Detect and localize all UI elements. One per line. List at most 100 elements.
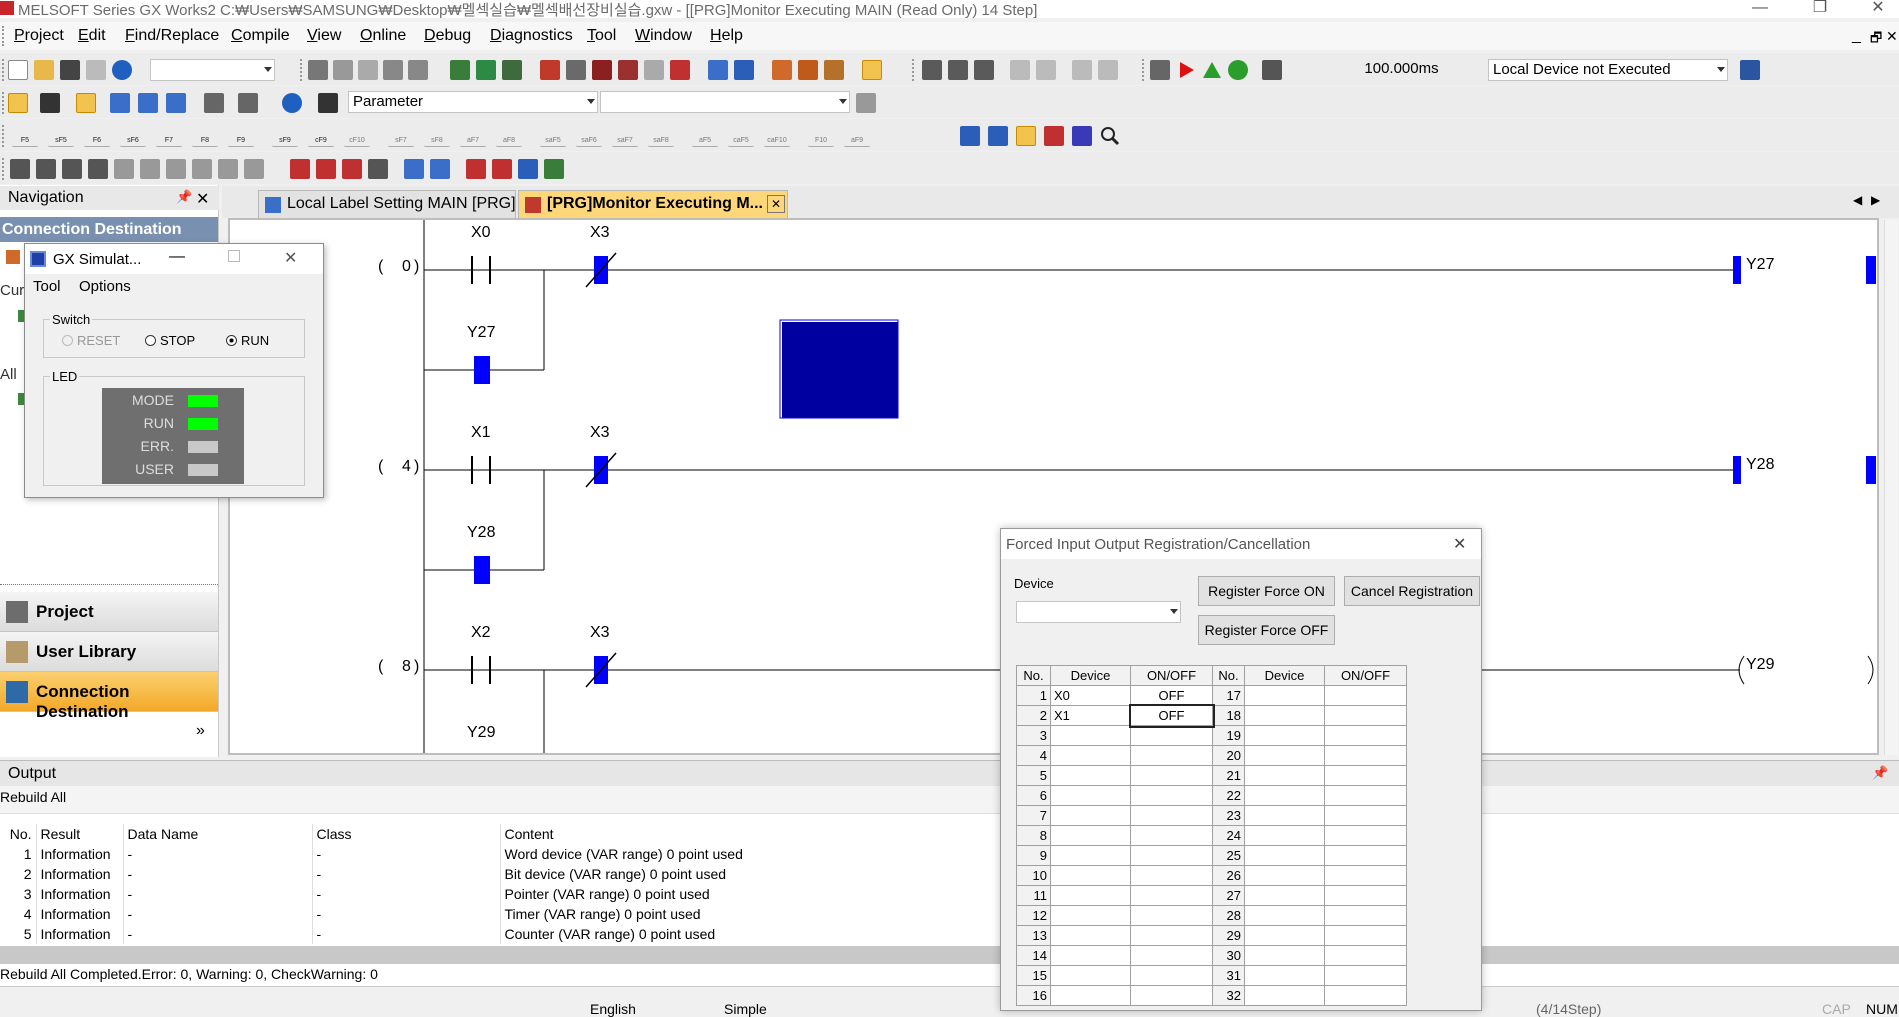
redo-icon[interactable] — [408, 60, 428, 80]
table-row[interactable]: 1 X0 OFF 17 — [1016, 685, 1407, 706]
run-radio[interactable]: RUN — [226, 333, 269, 348]
sim-icon[interactable] — [1150, 60, 1170, 80]
mdi-minimize-button[interactable]: _ — [1852, 27, 1861, 45]
force-cell-empty[interactable] — [1244, 685, 1325, 706]
navigation-close-icon[interactable]: ✕ — [196, 189, 209, 209]
dev-icon-3[interactable] — [404, 159, 424, 179]
coil-label[interactable]: Y28 — [1746, 456, 1774, 474]
force-cell-empty[interactable] — [1324, 785, 1407, 806]
close-button[interactable]: ✕ — [1853, 0, 1899, 19]
menu-window[interactable]: Window — [635, 27, 692, 45]
ladder-icon-7[interactable] — [1098, 60, 1118, 80]
cut-icon[interactable] — [308, 60, 328, 80]
force-cell-empty[interactable] — [1244, 745, 1325, 766]
edit-icon-6[interactable] — [140, 159, 160, 179]
verify-plc-icon[interactable] — [592, 60, 612, 80]
force-cell-device[interactable] — [1050, 905, 1131, 926]
contact-label[interactable]: X2 — [471, 624, 491, 642]
column-header[interactable]: Class — [312, 824, 501, 844]
sim-close-button[interactable]: ✕ — [284, 248, 297, 268]
output-hscroll[interactable] — [0, 946, 1899, 964]
element-selection-icon[interactable] — [40, 93, 60, 113]
table-row[interactable]: 3 19 — [1016, 725, 1407, 746]
force-cell-empty[interactable] — [1244, 825, 1325, 846]
force-cell-state[interactable]: OFF — [1130, 685, 1213, 706]
table-row[interactable]: 4 Information - - Timer (VAR range) 0 point … — [0, 904, 1001, 924]
force-cell-device[interactable] — [1050, 845, 1131, 866]
edit-icon-3[interactable] — [62, 159, 82, 179]
ladder-symbol-button[interactable]: aF5 — [692, 123, 718, 147]
splitter[interactable] — [0, 584, 218, 588]
force-cell-empty[interactable] — [1244, 725, 1325, 746]
monitor-read-icon[interactable] — [1016, 126, 1036, 146]
ladder-icon-6[interactable] — [1072, 60, 1092, 80]
ladder-symbol-button[interactable]: aF7 — [460, 123, 486, 147]
force-cell-empty[interactable] — [1244, 765, 1325, 786]
force-icon-7[interactable] — [518, 159, 538, 179]
nav-item-icon[interactable] — [6, 250, 20, 264]
tab-monitor-executing[interactable]: [PRG]Monitor Executing M... ✕ — [518, 190, 788, 218]
force-cell-state[interactable] — [1130, 985, 1213, 1006]
force-cell-state[interactable] — [1130, 725, 1213, 746]
stop-radio[interactable]: STOP — [145, 333, 195, 348]
sim-menu-tool[interactable]: Tool — [33, 278, 61, 295]
force-cell-device[interactable] — [1050, 965, 1131, 986]
table-row[interactable]: 4 20 — [1016, 745, 1407, 766]
warning-icon[interactable] — [1202, 60, 1222, 80]
force-cell-empty[interactable] — [1244, 705, 1325, 726]
force-cell-empty[interactable] — [1244, 845, 1325, 866]
ladder-symbol-button[interactable]: aF8 — [496, 123, 522, 147]
transfer-icon-1[interactable] — [772, 60, 792, 80]
ladder-symbol-button[interactable]: saF7 — [612, 123, 638, 147]
table-row[interactable]: 12 28 — [1016, 905, 1407, 926]
ladder-symbol-button[interactable]: caF5 — [728, 123, 754, 147]
force-cell-empty[interactable] — [1324, 705, 1407, 726]
tab-scroll-left-icon[interactable]: ◀ — [1853, 193, 1862, 207]
device-icon-2[interactable] — [476, 60, 496, 80]
force-cell-device[interactable] — [1050, 745, 1131, 766]
write-to-plc-icon[interactable] — [540, 60, 560, 80]
force-cell-device[interactable] — [1050, 825, 1131, 846]
force-cell-empty[interactable] — [1244, 865, 1325, 886]
dev-icon-2[interactable] — [734, 60, 754, 80]
force-cell-empty[interactable] — [1324, 865, 1407, 886]
ladder-symbol-button[interactable]: sF5 — [48, 123, 74, 147]
force-icon-5[interactable] — [466, 159, 486, 179]
force-cell-device[interactable] — [1050, 985, 1131, 1006]
force-cell-empty[interactable] — [1244, 785, 1325, 806]
coil-label[interactable]: Y27 — [1746, 256, 1774, 274]
ladder-symbol-button[interactable]: F10 — [808, 123, 834, 147]
menu-debug[interactable]: Debug — [424, 27, 471, 45]
force-cell-empty[interactable] — [1244, 805, 1325, 826]
run-play-icon[interactable] — [1176, 60, 1196, 80]
table-row[interactable]: 6 22 — [1016, 785, 1407, 806]
tab-local-label-setting[interactable]: Local Label Setting MAIN [PRG] — [258, 190, 516, 218]
help-icon-2[interactable] — [282, 93, 302, 113]
ladder-symbol-button[interactable]: saF5 — [540, 123, 566, 147]
force-cell-state[interactable] — [1130, 765, 1213, 786]
column-header[interactable]: Result — [36, 824, 124, 844]
device-status-combo[interactable]: Local Device not Executed — [1488, 59, 1728, 81]
ladder-icon-3[interactable] — [974, 60, 994, 80]
restore-button[interactable]: ❐ — [1795, 0, 1845, 19]
table-row[interactable]: 3 Information - - Pointer (VAR range) 0 poin… — [0, 884, 1001, 904]
table-row[interactable]: 13 29 — [1016, 925, 1407, 946]
monitor-icon-2[interactable] — [644, 60, 664, 80]
copy-icon[interactable] — [333, 60, 353, 80]
force-cell-empty[interactable] — [1324, 685, 1407, 706]
table-row[interactable]: 9 25 — [1016, 845, 1407, 866]
force-cell-empty[interactable] — [1324, 745, 1407, 766]
contact-label[interactable]: X3 — [590, 424, 610, 442]
ladder-symbol-button[interactable]: sF7 — [388, 123, 414, 147]
table-row[interactable]: 11 27 — [1016, 885, 1407, 906]
search-device-icon[interactable] — [238, 93, 258, 113]
dev-list-icon-3[interactable] — [166, 93, 186, 113]
binoculars-icon[interactable] — [318, 93, 338, 113]
force-cell-device[interactable] — [1050, 805, 1131, 826]
force-cell-state[interactable] — [1130, 925, 1213, 946]
ladder-symbol-button[interactable]: sF8 — [424, 123, 450, 147]
ladder-symbol-button[interactable]: cF9 — [308, 123, 334, 147]
transfer-icon-3[interactable] — [824, 60, 844, 80]
table-row[interactable]: 5 Information - - Counter (VAR range) 0 poin… — [0, 924, 1001, 944]
device-icon-3[interactable] — [502, 60, 522, 80]
